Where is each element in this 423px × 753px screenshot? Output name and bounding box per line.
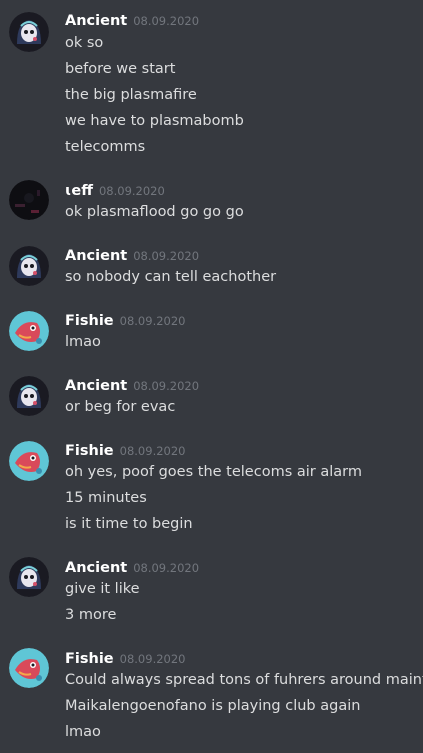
message-text: 3 more	[65, 607, 117, 623]
timestamp: 08.09.2020	[119, 314, 186, 328]
username[interactable]: Fishie	[65, 313, 114, 329]
message-text: or beg for evac	[65, 399, 176, 415]
username[interactable]: Ancient	[65, 560, 127, 576]
avatar[interactable]	[9, 180, 49, 220]
avatar[interactable]	[9, 246, 49, 286]
avatar[interactable]	[9, 557, 49, 597]
timestamp: 08.09.2020	[98, 184, 165, 198]
fish-avatar-icon	[9, 311, 49, 351]
hooded-skull-avatar-icon	[9, 557, 49, 597]
username[interactable]: Ancient	[65, 248, 127, 264]
hooded-skull-avatar-icon	[9, 376, 49, 416]
avatar[interactable]	[9, 12, 49, 52]
message-text: oh yes, poof goes the telecoms air alarm	[65, 464, 362, 480]
dark-avatar-icon	[9, 180, 49, 220]
message-text: we have to plasmabomb	[65, 113, 244, 129]
avatar[interactable]	[9, 311, 49, 351]
hooded-skull-avatar-icon	[9, 246, 49, 286]
timestamp: 08.09.2020	[133, 561, 200, 575]
message-text: give it like	[65, 581, 140, 597]
username[interactable]: ɩeff	[65, 183, 93, 199]
timestamp: 08.09.2020	[133, 14, 200, 28]
timestamp: 08.09.2020	[133, 249, 200, 263]
timestamp: 08.09.2020	[119, 444, 186, 458]
message-text: telecomms	[65, 139, 146, 155]
message-text: so nobody can tell eachother	[65, 269, 277, 285]
hooded-skull-avatar-icon	[9, 12, 49, 52]
avatar[interactable]	[9, 648, 49, 688]
message-text: Could always spread tons of fuhrers arou…	[65, 672, 423, 688]
fish-avatar-icon	[9, 441, 49, 481]
message-text: ok plasmaflood go go go	[65, 204, 244, 220]
message-text: the big plasmafire	[65, 87, 197, 103]
avatar[interactable]	[9, 441, 49, 481]
username[interactable]: Ancient	[65, 378, 127, 394]
message-text: Maikalengoenofano is playing club again	[65, 698, 361, 714]
message-text: 15 minutes	[65, 490, 147, 506]
username[interactable]: Fishie	[65, 651, 114, 667]
message-text: lmao	[65, 724, 101, 740]
avatar[interactable]	[9, 376, 49, 416]
message-text: is it time to begin	[65, 516, 193, 532]
fish-avatar-icon	[9, 648, 49, 688]
username[interactable]: Fishie	[65, 443, 114, 459]
message-text: lmao	[65, 334, 101, 350]
message-text: ok so	[65, 35, 104, 51]
username[interactable]: Ancient	[65, 13, 127, 29]
timestamp: 08.09.2020	[119, 652, 186, 666]
message-text: before we start	[65, 61, 176, 77]
timestamp: 08.09.2020	[133, 379, 200, 393]
